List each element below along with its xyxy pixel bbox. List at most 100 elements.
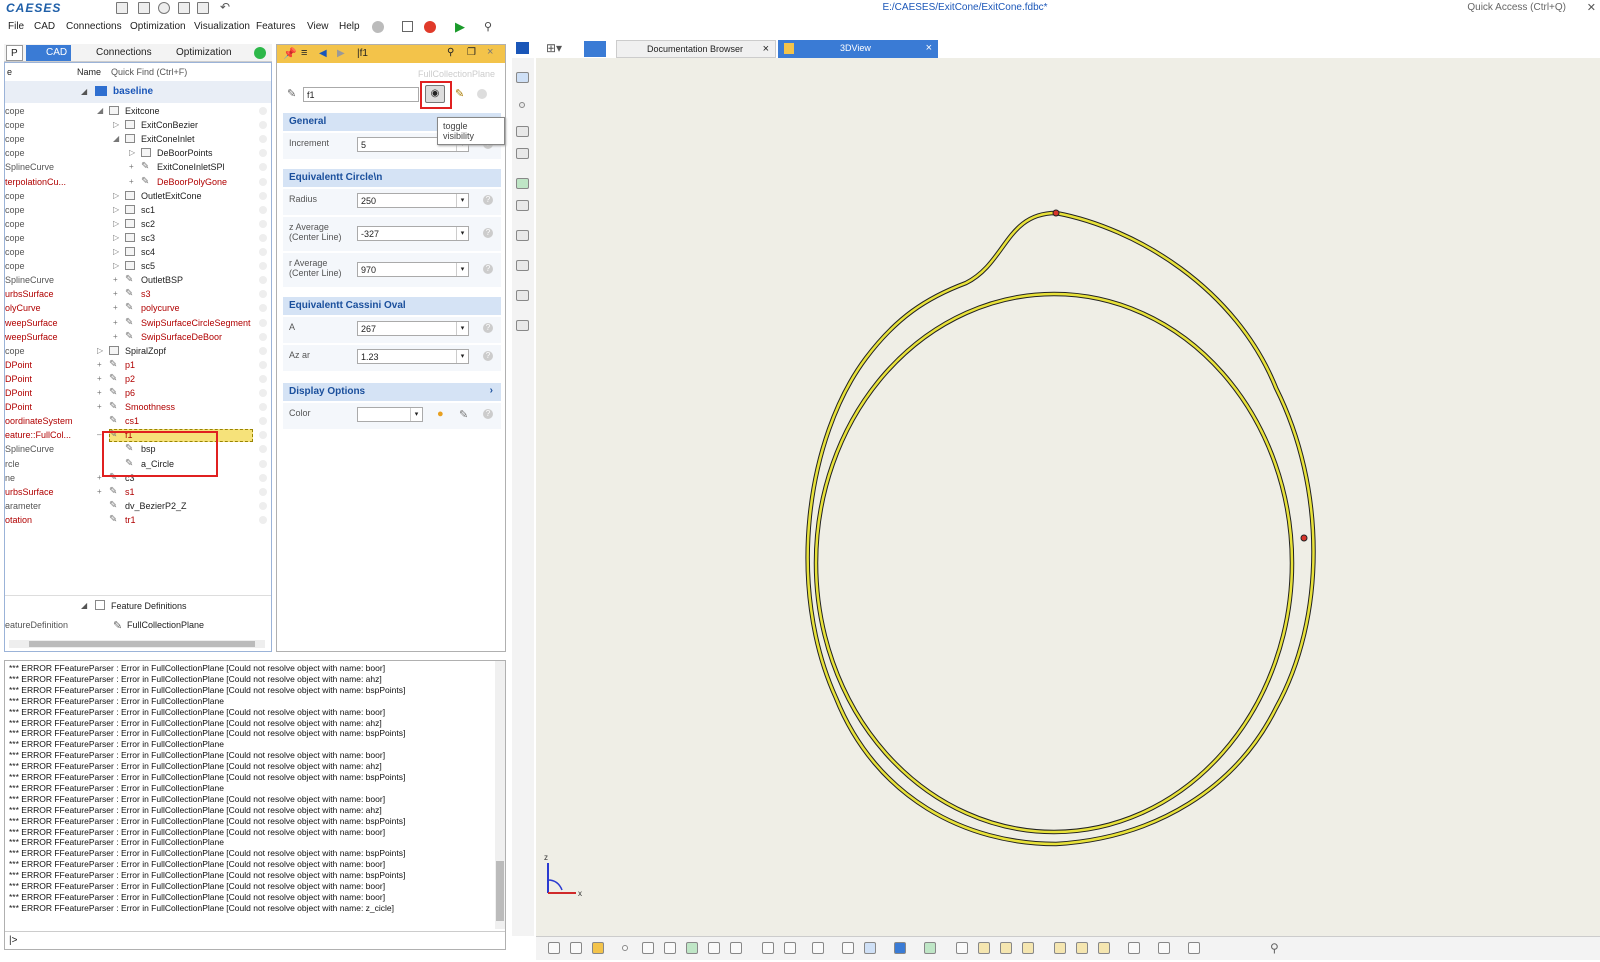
help-icon[interactable]: ? <box>483 195 493 205</box>
tree-row-name[interactable]: tr1 <box>125 515 136 525</box>
layer-icon[interactable] <box>516 230 529 241</box>
help-icon[interactable] <box>372 21 384 33</box>
status-dot-icon[interactable] <box>259 515 267 524</box>
info-icon[interactable] <box>894 942 906 954</box>
tree-row[interactable]: cope ▷ DeBoorPoints <box>5 147 271 161</box>
tree-row[interactable]: DPoint + ✎ p1 <box>5 359 271 373</box>
status-dot-icon[interactable] <box>259 501 267 510</box>
view-minus-x-icon[interactable] <box>1054 942 1066 954</box>
tree-row[interactable]: cope ◢ Exitcone <box>5 105 271 119</box>
tree-row-name[interactable]: SpiralZopf <box>125 346 166 356</box>
expand-icon[interactable]: + <box>97 473 102 482</box>
layout-icon[interactable]: ⊞▾ <box>546 41 562 55</box>
3d-viewport[interactable]: z x <box>536 58 1600 936</box>
tree-row-name[interactable]: sc2 <box>141 219 155 229</box>
expand-icon[interactable]: + <box>97 402 102 411</box>
tree-row-name[interactable]: sc1 <box>141 205 155 215</box>
zoom-icon[interactable]: ⚲ <box>1270 941 1279 955</box>
close-icon[interactable]: × <box>926 42 932 54</box>
search-icon[interactable]: ⚲ <box>447 47 454 58</box>
tree-row[interactable]: oordinateSystem ✎ cs1 <box>5 415 271 429</box>
status-dot-icon[interactable] <box>259 332 267 341</box>
surface-icon[interactable] <box>516 148 529 159</box>
expand-icon[interactable]: + <box>97 388 102 397</box>
tab-cad[interactable]: CAD <box>26 45 72 61</box>
tree-row-name[interactable]: cs1 <box>125 416 139 426</box>
status-dot-icon[interactable] <box>259 163 267 172</box>
view-minus-y-icon[interactable] <box>1076 942 1088 954</box>
status-dot-icon[interactable] <box>259 304 267 313</box>
camera-icon[interactable] <box>1158 942 1170 954</box>
view-minus-z-icon[interactable] <box>1098 942 1110 954</box>
status-dot-icon[interactable] <box>259 318 267 327</box>
status-dot-icon[interactable] <box>259 276 267 285</box>
view-yz-icon[interactable] <box>1000 942 1012 954</box>
status-dot-icon[interactable] <box>259 389 267 397</box>
expand-icon[interactable]: + <box>129 162 134 171</box>
expand-icon[interactable]: + <box>129 177 134 186</box>
tree-row[interactable]: SplineCurve + ✎ OutletBSP <box>5 274 271 288</box>
tree-row[interactable]: DPoint + ✎ Smoothness <box>5 401 271 415</box>
console-output[interactable]: *** ERROR FFeatureParser : Error in Full… <box>4 660 506 950</box>
green-filter-icon[interactable] <box>686 942 698 954</box>
lock-icon[interactable] <box>924 942 936 954</box>
stop-run-icon[interactable] <box>424 21 436 33</box>
sweep-icon[interactable] <box>516 200 529 211</box>
tab-documentation-browser[interactable]: Documentation Browser × <box>616 40 776 58</box>
expand-icon[interactable]: ▷ <box>113 191 119 200</box>
geometry-canvas[interactable]: z x <box>536 58 1600 936</box>
collapse-icon[interactable]: ◢ <box>81 601 87 610</box>
tree-row[interactable]: cope ▷ OutletExitCone <box>5 190 271 204</box>
r-average-input[interactable]: 970 ▾ <box>357 262 469 277</box>
copy-icon[interactable]: ❐ <box>467 47 476 58</box>
tree-row-name[interactable]: s1 <box>125 487 135 497</box>
expand-icon[interactable]: ▷ <box>113 219 119 228</box>
command-input[interactable]: |> <box>5 931 505 949</box>
tree-row-name[interactable]: Exitcone <box>125 106 160 116</box>
tree-row[interactable]: SplineCurve + ✎ ExitConeInletSPl <box>5 161 271 175</box>
tree-row-name[interactable]: OutletBSP <box>141 275 183 285</box>
close-icon[interactable]: × <box>487 46 493 58</box>
green-surface-icon[interactable] <box>516 178 529 189</box>
status-dot-icon[interactable] <box>259 290 267 299</box>
edit-icon[interactable]: ✎ <box>459 408 468 421</box>
expand-icon[interactable]: ▷ <box>113 205 119 214</box>
tree-row[interactable]: urbsSurface + ✎ s1 <box>5 486 271 500</box>
equivalent-circle-curve[interactable] <box>813 291 1295 835</box>
tree-row[interactable]: cope ▷ sc3 <box>5 232 271 246</box>
view-xy-icon[interactable] <box>978 942 990 954</box>
help-icon[interactable]: ? <box>483 409 493 419</box>
point-filter-icon[interactable] <box>622 945 628 951</box>
tab-3dview[interactable]: 3DView × <box>778 40 938 58</box>
status-dot-icon[interactable] <box>259 191 267 200</box>
z-average-input[interactable]: -327 ▾ <box>357 226 469 241</box>
expand-icon[interactable]: + <box>97 487 102 496</box>
status-dot-icon[interactable] <box>259 262 267 271</box>
expand-icon[interactable]: + <box>113 275 118 284</box>
help-icon[interactable]: ? <box>483 323 493 333</box>
surface-filter-icon[interactable] <box>664 942 676 954</box>
status-dot-icon[interactable] <box>259 205 267 214</box>
menu-file[interactable]: File <box>8 21 24 32</box>
status-dot-icon[interactable] <box>259 233 267 242</box>
status-dot-icon[interactable] <box>259 149 267 158</box>
menu-connections[interactable]: Connections <box>66 21 122 32</box>
equivalent-circle-section-header[interactable]: Equivalentt Circle\n <box>283 169 501 187</box>
status-dot-icon[interactable] <box>259 445 267 454</box>
expand-icon[interactable]: ▷ <box>113 247 119 256</box>
tree-row-name[interactable]: p2 <box>125 374 135 384</box>
expand-icon[interactable]: ▷ <box>113 261 119 270</box>
expand-icon[interactable]: + <box>97 374 102 383</box>
column-name-header[interactable]: Name <box>77 67 101 77</box>
tree-row-name[interactable]: dv_BezierP2_Z <box>125 501 187 511</box>
layers-icon[interactable] <box>784 942 796 954</box>
expand-icon[interactable]: – <box>97 430 101 439</box>
edit-icon[interactable]: ✎ <box>455 87 464 100</box>
tree-row-name[interactable]: SwipSurfaceDeBoor <box>141 332 222 342</box>
tree-row[interactable]: cope ▷ sc5 <box>5 260 271 274</box>
window-icon[interactable] <box>402 21 413 32</box>
tree-row[interactable]: DPoint + ✎ p6 <box>5 387 271 401</box>
curve-icon[interactable] <box>516 126 529 137</box>
expand-icon[interactable]: + <box>113 318 118 327</box>
menu-optimization[interactable]: Optimization <box>130 21 186 32</box>
